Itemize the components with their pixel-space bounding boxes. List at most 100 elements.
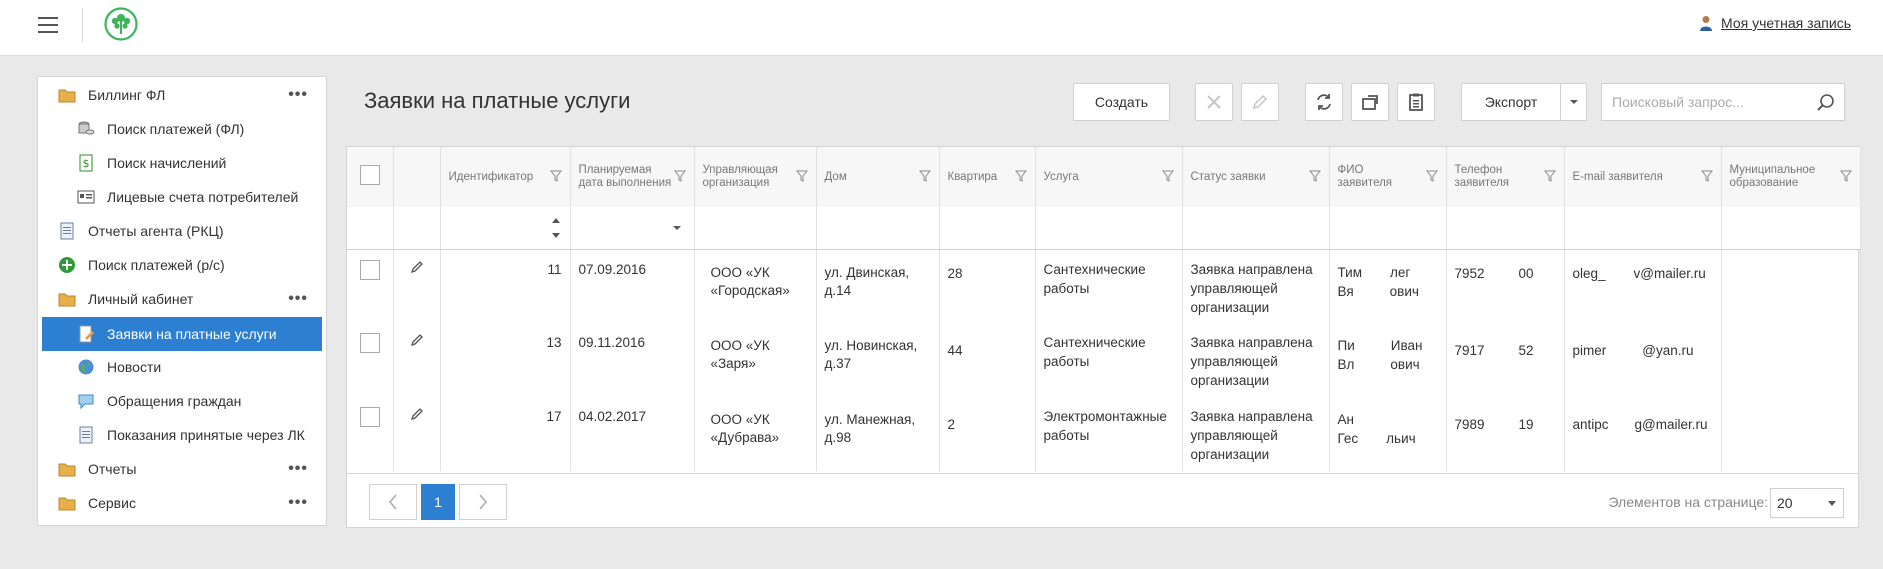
filter-cell	[1446, 207, 1565, 250]
table-row[interactable]: 13 09.11.2016 ООО «УК «Заря» ул. Новинск…	[347, 323, 1861, 397]
sidebar-item-cabinet[interactable]: Личный кабинет •••	[38, 283, 326, 315]
filter-icon[interactable]	[1161, 170, 1174, 182]
divider	[82, 8, 83, 42]
column-title: Дом	[824, 170, 847, 183]
filter-icon[interactable]	[1425, 170, 1438, 182]
sidebar-item-news[interactable]: Новости	[38, 351, 326, 383]
sidebar-item-label: Поиск платежей (ФЛ)	[107, 121, 245, 137]
filter-icon[interactable]	[1543, 170, 1556, 182]
column-header[interactable]: Статус заявки	[1182, 147, 1330, 207]
per-page-select[interactable]: 20	[1770, 488, 1844, 518]
account-link[interactable]: Моя учетная запись	[1699, 15, 1851, 31]
pencil-icon[interactable]	[410, 407, 424, 421]
row-edit-cell	[393, 249, 441, 323]
pencil-icon[interactable]	[410, 333, 424, 347]
cell-org: ООО «УК «Городская»	[694, 249, 817, 323]
column-header[interactable]: Управляющая организация	[694, 147, 817, 207]
sidebar-item-label: Отчеты	[88, 461, 137, 477]
menu-icon[interactable]	[38, 17, 58, 33]
filter-icon[interactable]	[1839, 170, 1852, 182]
email-part: g@mailer.ru	[1634, 417, 1708, 432]
sort-cell[interactable]	[440, 207, 571, 250]
column-header[interactable]: ФИО заявителя	[1329, 147, 1447, 207]
row-checkbox[interactable]	[359, 407, 380, 427]
sidebar-item-label: Личный кабинет	[88, 291, 194, 307]
pagination: 1 Элементов на странице: 20	[347, 473, 1860, 529]
row-select-cell	[347, 323, 394, 397]
sidebar-item-agent-reports[interactable]: Отчеты агента (РКЦ)	[38, 215, 326, 247]
filter-icon[interactable]	[1014, 170, 1027, 182]
cell-email: oleg_ v@mailer.ru	[1564, 249, 1722, 323]
column-title: E-mail заявителя	[1572, 170, 1663, 183]
delete-button[interactable]	[1195, 83, 1233, 121]
row-select-cell	[347, 397, 394, 471]
filter-icon[interactable]	[673, 170, 686, 182]
column-header[interactable]: E-mail заявителя	[1564, 147, 1722, 207]
sidebar-item-payments-rs[interactable]: Поиск платежей (р/с)	[38, 249, 326, 281]
next-page-button[interactable]	[459, 484, 507, 520]
filter-cell[interactable]	[570, 207, 695, 250]
phone-part: 7952	[1454, 265, 1485, 281]
sidebar-item-readings[interactable]: Показания принятые через ЛК	[38, 419, 326, 451]
filter-icon[interactable]	[1700, 170, 1713, 182]
column-header[interactable]: Услуга	[1035, 147, 1183, 207]
filter-icon[interactable]	[1308, 170, 1321, 182]
table-row[interactable]: 17 04.02.2017 ООО «УК «Дубрава» ул. Мане…	[347, 397, 1861, 471]
chevron-down-icon	[1828, 501, 1836, 506]
clipboard-button[interactable]	[1397, 83, 1435, 121]
row-select-cell	[347, 249, 394, 323]
fio-part: ович	[1389, 283, 1419, 299]
cell-municipality	[1721, 397, 1861, 471]
sort-icon[interactable]	[551, 217, 560, 239]
sidebar-item-payments-fl[interactable]: Поиск платежей (ФЛ)	[38, 113, 326, 145]
refresh-button[interactable]	[1305, 83, 1343, 121]
filter-icon[interactable]	[795, 170, 808, 182]
column-header[interactable]: Дом	[816, 147, 940, 207]
email-part: v@mailer.ru	[1633, 265, 1706, 281]
search-icon[interactable]	[1816, 93, 1836, 113]
column-header[interactable]: Квартира	[939, 147, 1036, 207]
fio-part: Иван	[1390, 338, 1423, 353]
page-button[interactable]: 1	[421, 484, 455, 520]
table-row[interactable]: 11 07.09.2016 ООО «УК «Городская» ул. Дв…	[347, 249, 1861, 323]
sidebar-item-appeals[interactable]: Обращения граждан	[38, 385, 326, 417]
column-header[interactable]: Идентификатор	[440, 147, 571, 207]
logo-icon[interactable]	[104, 7, 138, 41]
pencil-icon[interactable]	[410, 260, 424, 274]
prev-page-button[interactable]	[369, 484, 417, 520]
filter-cell	[694, 207, 817, 250]
create-button[interactable]: Создать	[1073, 83, 1170, 121]
sidebar-item-accounts[interactable]: Лицевые счета потребителей	[38, 181, 326, 213]
sidebar-item-paid-services[interactable]: Заявки на платные услуги	[42, 317, 322, 351]
open-window-button[interactable]	[1351, 83, 1389, 121]
select-all-checkbox[interactable]	[359, 165, 380, 185]
email-part: oleg_	[1572, 265, 1606, 281]
more-icon[interactable]: •••	[288, 494, 308, 512]
column-title: Управляющая организация	[702, 164, 778, 189]
row-checkbox[interactable]	[359, 259, 380, 280]
cell-fio: Тим лег Вя ович	[1329, 249, 1447, 323]
page-title: Заявки на платные услуги	[364, 88, 631, 113]
column-header[interactable]: Телефон заявителя	[1446, 147, 1565, 207]
filter-icon[interactable]	[918, 170, 931, 182]
filter-cell	[1721, 207, 1861, 250]
cell-municipality	[1721, 323, 1861, 397]
search-input[interactable]	[1610, 93, 1810, 111]
more-icon[interactable]: •••	[288, 86, 308, 104]
chevron-down-icon[interactable]	[672, 225, 682, 231]
fio-line: Тим лег	[1338, 263, 1438, 282]
column-header[interactable]: Планируемая дата выполнения	[570, 147, 695, 207]
edit-button[interactable]	[1241, 83, 1279, 121]
export-button[interactable]: Экспорт	[1461, 83, 1561, 121]
search-box[interactable]	[1601, 83, 1845, 121]
filter-icon[interactable]	[549, 170, 562, 182]
export-dropdown-button[interactable]	[1560, 83, 1587, 121]
column-header[interactable]: Муниципальное образование	[1721, 147, 1861, 207]
sidebar-item-reports[interactable]: Отчеты •••	[38, 453, 326, 485]
sidebar-item-charges[interactable]: $ Поиск начислений	[38, 147, 326, 179]
sidebar-item-billing[interactable]: Биллинг ФЛ •••	[38, 79, 326, 111]
more-icon[interactable]: •••	[288, 460, 308, 478]
more-icon[interactable]: •••	[288, 290, 308, 308]
row-checkbox[interactable]	[359, 333, 380, 353]
sidebar-item-service[interactable]: Сервис •••	[38, 487, 326, 519]
